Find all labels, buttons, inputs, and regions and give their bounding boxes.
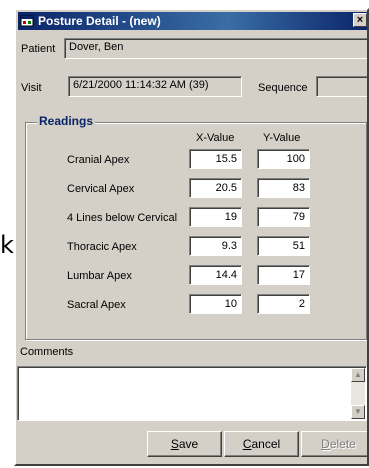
row-label-thoracic-apex: Thoracic Apex <box>67 241 137 253</box>
delete-button[interactable]: Delete <box>301 431 367 457</box>
visit-label: Visit <box>21 82 42 94</box>
comments-scrollbar[interactable]: ▲ ▼ <box>351 368 365 419</box>
thoracic-apex-x-input[interactable]: 9.3 <box>189 236 242 256</box>
row-label-cranial-apex: Cranial Apex <box>67 154 130 166</box>
sequence-field[interactable] <box>316 76 367 97</box>
4-lines-below-cervical-y-input[interactable]: 79 <box>257 207 310 227</box>
4-lines-below-cervical-x-input[interactable]: 19 <box>189 207 242 227</box>
cranial-apex-x-input[interactable]: 15.5 <box>189 149 242 169</box>
visit-field[interactable]: 6/21/2000 11:14:32 AM (39) <box>68 76 242 97</box>
patient-label: Patient <box>21 43 56 55</box>
title-bar[interactable]: Posture Detail - (new) × <box>18 12 367 30</box>
thoracic-apex-y-input[interactable]: 51 <box>257 236 310 256</box>
x-value-header: X-Value <box>196 132 235 144</box>
lumbar-apex-x-input[interactable]: 14.4 <box>189 265 242 285</box>
row-label-lumbar-apex: Lumbar Apex <box>67 270 132 282</box>
readings-title: Readings <box>37 114 96 128</box>
cervical-apex-y-input[interactable]: 83 <box>257 178 310 198</box>
scroll-up-icon[interactable]: ▲ <box>351 368 365 382</box>
sacral-apex-x-input[interactable]: 10 <box>189 294 242 314</box>
app-window-icon <box>20 15 34 27</box>
comments-label: Comments <box>20 346 74 358</box>
row-label-cervical-apex: Cervical Apex <box>67 183 135 195</box>
row-label-4-lines-below-cervical: 4 Lines below Cervical <box>67 212 178 224</box>
row-label-sacral-apex: Sacral Apex <box>67 299 126 311</box>
window-title: Posture Detail - (new) <box>38 14 161 28</box>
patient-field[interactable]: Dover, Ben <box>64 38 367 59</box>
comments-textarea[interactable]: ▲ ▼ <box>17 366 367 421</box>
sequence-label: Sequence <box>258 82 308 94</box>
scroll-down-icon[interactable]: ▼ <box>351 405 365 419</box>
cervical-apex-x-input[interactable]: 20.5 <box>189 178 242 198</box>
cancel-button[interactable]: Cancel <box>224 431 299 457</box>
save-button[interactable]: Save <box>147 431 222 457</box>
lumbar-apex-y-input[interactable]: 17 <box>257 265 310 285</box>
y-value-header: Y-Value <box>263 132 301 144</box>
posture-detail-window: Posture Detail - (new) × Patient Dover, … <box>14 8 369 466</box>
sacral-apex-y-input[interactable]: 2 <box>257 294 310 314</box>
background-text-fragment: k <box>0 231 14 259</box>
close-button[interactable]: × <box>353 13 367 27</box>
cranial-apex-y-input[interactable]: 100 <box>257 149 310 169</box>
